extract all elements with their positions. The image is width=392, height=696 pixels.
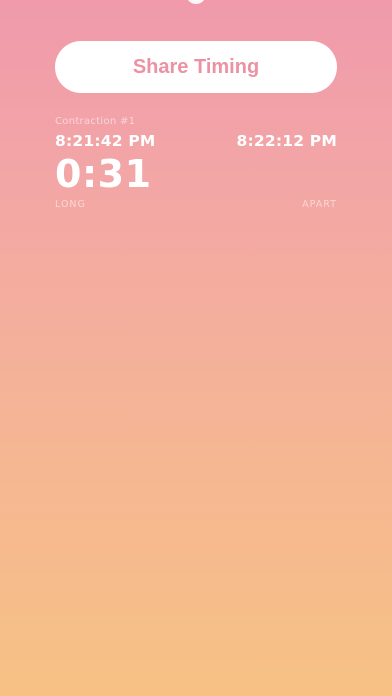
contraction-labels-row: LONG APART — [55, 199, 337, 213]
contraction-start-time: 8:21:42 PM — [55, 132, 156, 150]
contraction-duration: 0:31 — [55, 152, 152, 196]
interval-label: APART — [302, 199, 337, 210]
contraction-end-time: 8:22:12 PM — [236, 132, 337, 150]
duration-label: LONG — [55, 199, 86, 210]
contraction-number-label: Contraction #1 — [55, 116, 136, 127]
contraction-entry: Contraction #1 8:21:42 PM 8:22:12 PM 0:3… — [55, 116, 337, 213]
share-timing-button[interactable]: Share Timing — [55, 41, 337, 93]
top-indicator — [186, 0, 206, 4]
contraction-times-row: 8:21:42 PM 8:22:12 PM — [55, 132, 337, 154]
